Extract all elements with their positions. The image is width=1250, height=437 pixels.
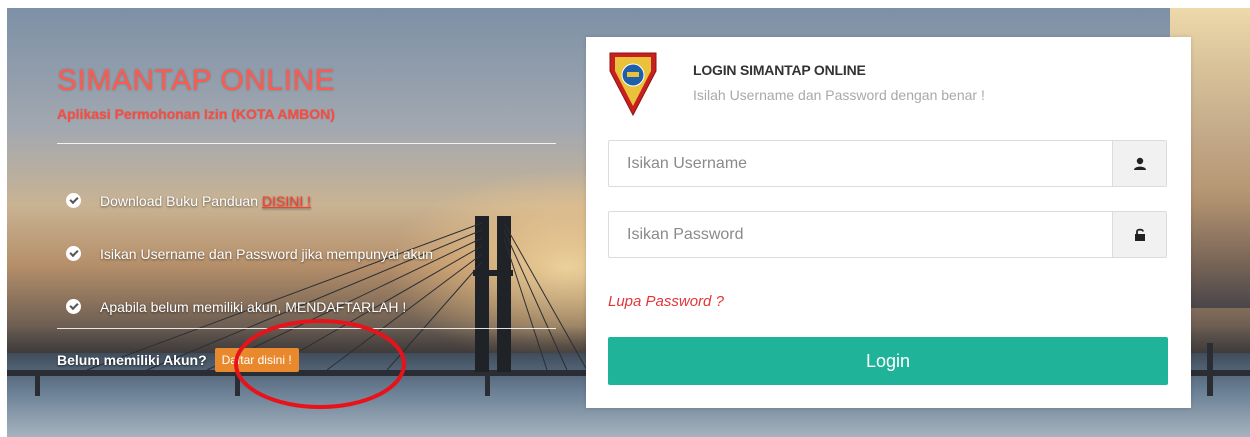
divider-bottom [57, 328, 556, 329]
login-button[interactable]: Login [608, 337, 1168, 385]
kota-ambon-logo [609, 52, 657, 117]
info-item-download: Download Buku Panduan DISINI ! [66, 174, 433, 227]
login-card: LOGIN SIMANTAP ONLINE Isilah Username da… [586, 37, 1191, 408]
info-text-register: Apabila belum memiliki akun, MENDAFTARLA… [100, 298, 407, 315]
username-group [608, 140, 1167, 187]
divider-top [57, 143, 556, 144]
info-list: Download Buku Panduan DISINI ! Isikan Us… [66, 174, 433, 333]
info-item-register: Apabila belum memiliki akun, MENDAFTARLA… [66, 280, 433, 333]
check-circle-icon [66, 193, 81, 208]
check-circle-icon [66, 299, 81, 314]
password-input[interactable] [609, 212, 1112, 257]
username-input[interactable] [609, 141, 1112, 186]
app-title: SIMANTAP ONLINE [57, 64, 336, 97]
login-subtitle: Isilah Username dan Password dengan bena… [693, 87, 985, 103]
check-circle-icon [66, 246, 81, 261]
unlock-icon [1112, 212, 1166, 257]
forgot-password-link[interactable]: Lupa Password ? [608, 293, 724, 310]
info-text-download: Download Buku Panduan [100, 192, 259, 209]
register-button[interactable]: Daftar disini ! [214, 348, 299, 372]
signup-question: Belum memiliki Akun? [57, 352, 207, 368]
password-group [608, 211, 1167, 258]
app-subtitle: Aplikasi Permohonan Izin (KOTA AMBON) [57, 106, 335, 122]
info-text-credentials: Isikan Username dan Password jika mempun… [100, 245, 434, 262]
user-icon [1112, 141, 1166, 186]
signup-row: Belum memiliki Akun? Daftar disini ! [57, 348, 299, 372]
login-title: LOGIN SIMANTAP ONLINE [693, 62, 866, 78]
download-guide-link[interactable]: DISINI ! [262, 193, 311, 209]
info-item-credentials: Isikan Username dan Password jika mempun… [66, 227, 433, 280]
